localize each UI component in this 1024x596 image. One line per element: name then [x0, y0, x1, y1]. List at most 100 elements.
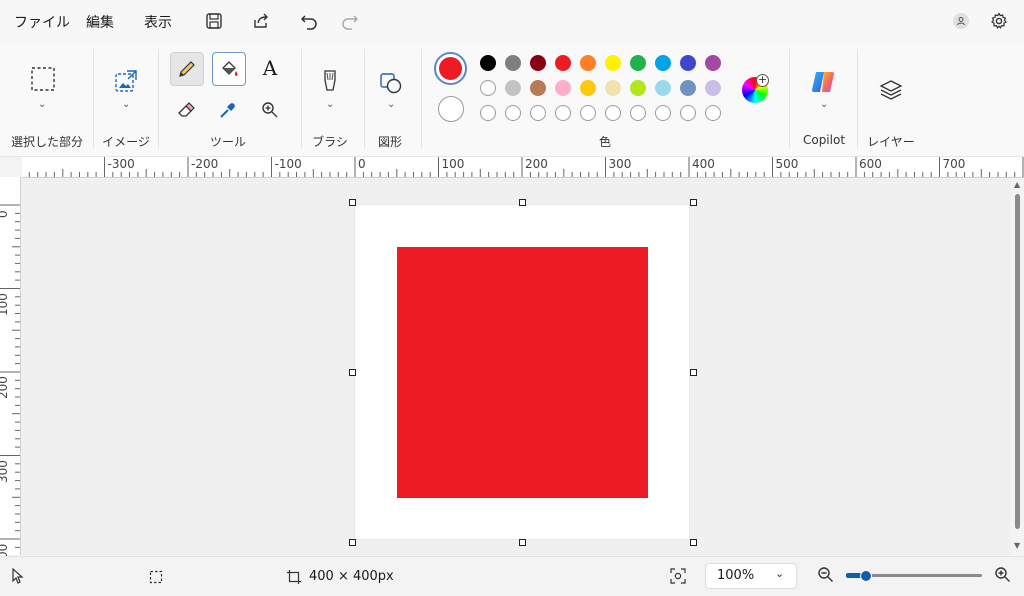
- chevron-down-icon[interactable]: ⌄: [820, 99, 828, 110]
- save-icon[interactable]: [201, 8, 227, 34]
- divider: [421, 49, 422, 149]
- chevron-down-icon[interactable]: ⌄: [387, 99, 395, 110]
- palette-swatch[interactable]: [705, 105, 721, 121]
- pencil-tool-button[interactable]: [170, 52, 204, 86]
- divider: [364, 49, 365, 149]
- zoom-slider[interactable]: [846, 566, 982, 586]
- palette-swatch[interactable]: [480, 105, 496, 121]
- palette-swatch[interactable]: [530, 105, 546, 121]
- menu-edit[interactable]: 編集: [86, 12, 114, 32]
- resize-handle-top[interactable]: [519, 199, 526, 206]
- resize-handle-bottom-right[interactable]: [690, 539, 697, 546]
- palette-swatch[interactable]: [705, 55, 721, 71]
- image-resize-icon[interactable]: [110, 65, 142, 97]
- chevron-down-icon[interactable]: ⌄: [122, 99, 130, 110]
- brush-icon[interactable]: [314, 65, 346, 97]
- ruler-tick-label: 400: [692, 157, 715, 171]
- palette-swatch[interactable]: [680, 55, 696, 71]
- magnifier-tool-button[interactable]: [254, 94, 286, 126]
- divider: [857, 49, 858, 149]
- menu-file[interactable]: ファイル: [14, 12, 70, 32]
- account-icon[interactable]: [948, 8, 974, 34]
- red-square-shape[interactable]: [397, 247, 648, 498]
- copilot-icon[interactable]: [808, 66, 840, 98]
- group-label-copilot: Copilot: [802, 133, 846, 147]
- resize-handle-top-left[interactable]: [349, 199, 356, 206]
- palette-swatch[interactable]: [580, 105, 596, 121]
- palette-swatch[interactable]: [580, 55, 596, 71]
- palette-swatch[interactable]: [605, 80, 621, 96]
- zoom-slider-thumb[interactable]: [860, 570, 873, 582]
- palette-swatch[interactable]: [655, 105, 671, 121]
- primary-color-button[interactable]: [434, 52, 467, 85]
- resize-handle-top-right[interactable]: [690, 199, 697, 206]
- resize-handle-right[interactable]: [690, 369, 697, 376]
- cursor-position-icon: [11, 567, 25, 588]
- chevron-down-icon[interactable]: ⌄: [38, 99, 46, 110]
- palette-swatch[interactable]: [580, 80, 596, 96]
- palette-swatch[interactable]: [605, 105, 621, 121]
- fill-bucket-tool-button[interactable]: [212, 52, 246, 86]
- palette-swatch[interactable]: [530, 55, 546, 71]
- menu-bar: ファイル 編集 表示: [0, 0, 1024, 43]
- fit-to-window-icon[interactable]: [670, 568, 686, 588]
- zoom-level-dropdown[interactable]: 100% ⌄: [705, 563, 797, 589]
- ruler-tick-label: 0: [358, 157, 366, 171]
- palette-swatch[interactable]: [655, 55, 671, 71]
- palette-swatch[interactable]: [555, 105, 571, 121]
- palette-swatch[interactable]: [505, 80, 521, 96]
- scroll-up-arrow-icon[interactable]: ▲: [1014, 180, 1020, 189]
- resize-handle-bottom-left[interactable]: [349, 539, 356, 546]
- palette-swatch[interactable]: [480, 55, 496, 71]
- palette-swatch[interactable]: [480, 80, 496, 96]
- palette-swatch[interactable]: [605, 55, 621, 71]
- group-label-layers: レイヤー: [867, 135, 915, 149]
- palette-swatch[interactable]: [680, 80, 696, 96]
- resize-handle-bottom[interactable]: [519, 539, 526, 546]
- color-picker-tool-button[interactable]: [212, 94, 244, 126]
- ruler-tick-label: 100: [441, 157, 465, 171]
- palette-swatch[interactable]: [680, 105, 696, 121]
- canvas-size-text: 400 × 400px: [309, 569, 394, 584]
- group-label-brush: ブラシ: [312, 135, 348, 149]
- group-label-selection: 選択した部分: [10, 135, 83, 149]
- secondary-color-button[interactable]: [438, 96, 464, 122]
- settings-gear-icon[interactable]: [986, 8, 1012, 34]
- edit-colors-button[interactable]: +: [742, 74, 770, 105]
- chevron-down-icon: ⌄: [775, 567, 785, 580]
- palette-swatch[interactable]: [705, 80, 721, 96]
- palette-swatch[interactable]: [505, 105, 521, 121]
- palette-swatch[interactable]: [505, 55, 521, 71]
- layers-icon[interactable]: [875, 74, 907, 106]
- palette-swatch[interactable]: [555, 55, 571, 71]
- divider: [789, 49, 790, 149]
- palette-swatch[interactable]: [630, 55, 646, 71]
- divider: [93, 49, 94, 149]
- primary-color-swatch: [439, 57, 462, 80]
- redo-icon[interactable]: [337, 8, 363, 34]
- palette-swatch[interactable]: [555, 80, 571, 96]
- vertical-scrollbar[interactable]: ▲ ▼: [1012, 178, 1024, 555]
- undo-icon[interactable]: [296, 8, 322, 34]
- selection-tool-button[interactable]: [27, 63, 59, 95]
- palette-swatch[interactable]: [530, 80, 546, 96]
- palette-swatch[interactable]: [630, 80, 646, 96]
- scroll-down-arrow-icon[interactable]: ▼: [1014, 541, 1020, 550]
- shapes-icon[interactable]: [375, 67, 407, 99]
- scrollbar-thumb[interactable]: [1015, 194, 1020, 529]
- zoom-out-icon[interactable]: [817, 566, 834, 587]
- text-tool-button[interactable]: A: [254, 52, 286, 84]
- resize-handle-left[interactable]: [349, 369, 356, 376]
- zoom-level-value: 100%: [717, 568, 755, 583]
- chevron-down-icon[interactable]: ⌄: [326, 99, 334, 110]
- ruler-tick-label: -200: [191, 157, 219, 171]
- share-icon[interactable]: [248, 8, 274, 34]
- eraser-tool-button[interactable]: [170, 94, 202, 126]
- palette-swatch[interactable]: [630, 105, 646, 121]
- menu-view[interactable]: 表示: [144, 12, 172, 32]
- zoom-in-icon[interactable]: [994, 566, 1011, 587]
- ruler-tick-label: 200: [0, 376, 10, 399]
- palette-swatch[interactable]: [655, 80, 671, 96]
- ribbon: ⌄ 選択した部分 ⌄ イメージ A ツール ⌄ ブラシ ⌄ 図形 + 色 ⌄ C…: [0, 43, 1024, 157]
- text-a-icon: A: [262, 56, 278, 80]
